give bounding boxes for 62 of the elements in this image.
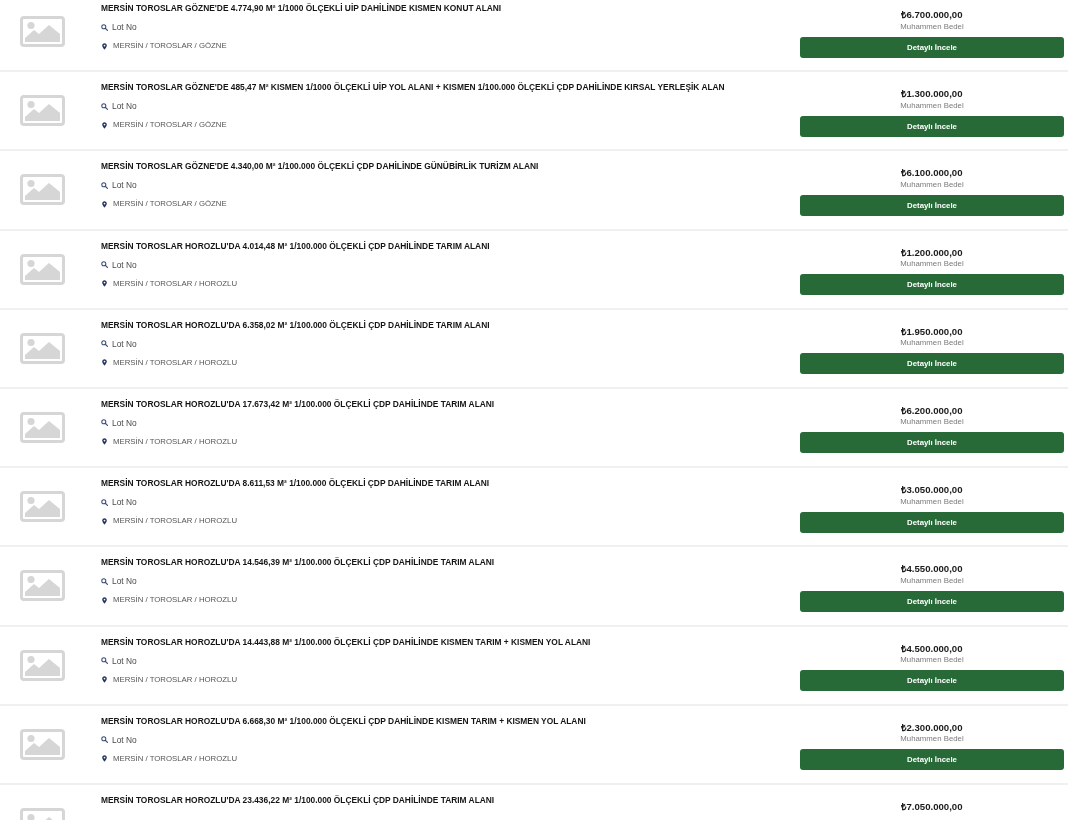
price-text: ₺1.950.000,00 <box>901 324 963 338</box>
lot-label: Lot No <box>112 654 137 667</box>
location-pin-icon <box>102 280 107 288</box>
listing-title: MERSİN TOROSLAR HOROZLU'DA 14.443,88 M² 1/100.000 ÖLÇEKLİ ÇDP DAHİLİNDE KISMEN TARIM + KISMEN YOL ALANI <box>101 635 591 648</box>
lot-label: Lot No <box>112 733 137 746</box>
listing-title: MERSİN TOROSLAR HOROZLU'DA 4.014,48 M² 1/100.000 ÖLÇEKLİ ÇDP DAHİLİNDE TARIM ALANI <box>101 239 490 252</box>
search-icon <box>101 181 108 189</box>
search-icon <box>101 419 108 427</box>
location-pin-icon <box>102 676 107 683</box>
price-text: ₺3.050.000,00 <box>901 483 963 497</box>
listing-title: MERSİN TOROSLAR GÖZNE'DE 4.774,90 M² 1/1000 ÖLÇEKLİ UİP DAHİLİNDE KISMEN KONUT ALANI <box>101 2 502 14</box>
lot-label: Lot No <box>112 21 137 33</box>
image-placeholder-icon <box>20 728 65 760</box>
lot-label: Lot No <box>112 496 137 509</box>
image-placeholder-icon <box>20 253 65 285</box>
lot-label: Lot No <box>112 575 137 588</box>
location-pin-icon <box>102 755 107 763</box>
search-icon <box>101 498 108 506</box>
listing-title: MERSİN TOROSLAR GÖZNE'DE 485,47 M² KISMEN 1/1000 ÖLÇEKLİ UİP YOL ALANI + KISMEN 1/100.000 ÖLÇEKLİ ÇDP DAHİLİNDE KIRSAL YERLEŞİK ALAN <box>101 81 725 94</box>
listing-title: MERSİN TOROSLAR HOROZLU'DA 14.546,39 M² 1/100.000 ÖLÇEKLİ ÇDP DAHİLİNDE TARIM ALANI <box>101 556 495 569</box>
search-icon <box>101 23 108 31</box>
location-pin-icon <box>102 359 107 367</box>
listing-title: MERSİN TOROSLAR HOROZLU'DA 6.358,02 M² 1/100.000 ÖLÇEKLİ ÇDP DAHİLİNDE TARIM ALANI <box>101 318 490 331</box>
lot-label: Lot No <box>112 258 137 271</box>
search-icon <box>101 261 108 269</box>
image-placeholder-icon <box>20 174 65 206</box>
price-text: ₺1.200.000,00 <box>901 245 963 259</box>
listing-title: MERSİN TOROSLAR GÖZNE'DE 4.340,00 M² 1/100.000 ÖLÇEKLİ ÇDP DAHİLİNDE GÜNÜBİRLİK TURİZM ALANI <box>101 160 539 173</box>
listing-title: MERSİN TOROSLAR HOROZLU'DA 17.673,42 M² 1/100.000 ÖLÇEKLİ ÇDP DAHİLİNDE TARIM ALANI <box>101 397 495 410</box>
image-placeholder-icon <box>20 649 65 681</box>
location-pin-icon <box>102 438 107 446</box>
image-placeholder-icon <box>20 332 65 364</box>
price-text: ₺7.050.000,00 <box>901 799 963 813</box>
search-icon <box>101 577 108 585</box>
search-icon <box>101 736 108 744</box>
image-placeholder-icon <box>20 16 65 48</box>
location-pin-icon <box>102 42 107 50</box>
price-text: ₺6.200.000,00 <box>901 403 963 417</box>
listing-title: MERSİN TOROSLAR HOROZLU'DA 8.611,53 M² 1/100.000 ÖLÇEKLİ ÇDP DAHİLİNDE TARIM ALANI <box>101 477 490 490</box>
location-pin-icon <box>102 596 107 604</box>
image-placeholder-icon <box>20 95 65 127</box>
search-icon <box>101 657 108 664</box>
image-placeholder-icon <box>20 412 65 444</box>
location-pin-icon <box>102 121 107 129</box>
price-text: ₺6.700.000,00 <box>901 8 963 21</box>
price-text: ₺6.100.000,00 <box>901 166 963 180</box>
image-placeholder-icon <box>20 491 65 523</box>
price-text: ₺4.500.000,00 <box>901 641 963 655</box>
location-pin-icon <box>102 200 107 208</box>
lot-label: Lot No <box>112 337 137 350</box>
listing-title: MERSİN TOROSLAR HOROZLU'DA 6.668,30 M² 1/100.000 ÖLÇEKLİ ÇDP DAHİLİNDE KISMEN TARIM + KISMEN YOL ALANI <box>101 714 586 727</box>
price-text: ₺4.550.000,00 <box>901 562 963 576</box>
image-placeholder-icon <box>20 570 65 602</box>
lot-label: Lot No <box>112 100 137 113</box>
search-icon <box>101 340 108 348</box>
price-text: ₺1.300.000,00 <box>901 87 963 101</box>
listing-title: MERSİN TOROSLAR HOROZLU'DA 23.436,22 M² 1/100.000 ÖLÇEKLİ ÇDP DAHİLİNDE TARIM ALANI <box>101 793 495 806</box>
price-text: ₺2.300.000,00 <box>901 720 963 734</box>
lot-label: Lot No <box>112 179 137 192</box>
location-pin-icon <box>102 517 107 525</box>
search-icon <box>101 102 108 110</box>
lot-label: Lot No <box>112 416 137 429</box>
